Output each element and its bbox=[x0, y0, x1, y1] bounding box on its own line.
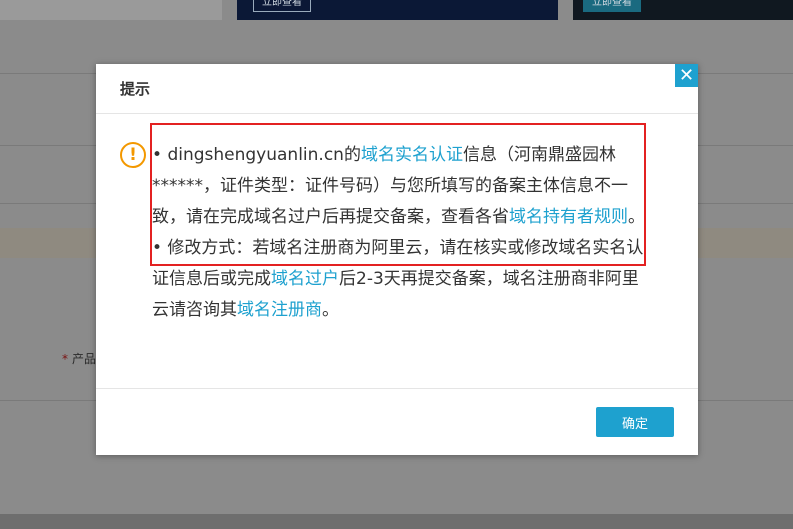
highlight-annotation-box bbox=[150, 123, 646, 266]
notice-dialog: 提示 ✕ ! • dingshengyuanlin.cn的域名实名认证信息（河南… bbox=[96, 64, 698, 455]
form-label: * 产品 bbox=[62, 352, 97, 366]
banner-image: 立即查看 bbox=[573, 0, 793, 20]
banner-view-button[interactable]: 立即查看 bbox=[583, 0, 641, 12]
banner-image bbox=[0, 0, 222, 20]
banner-view-button[interactable]: 立即查看 bbox=[253, 0, 311, 12]
banner-image: 立即查看 bbox=[237, 0, 558, 20]
dialog-title: 提示 bbox=[96, 64, 698, 114]
warning-icon: ! bbox=[120, 142, 146, 168]
domain-transfer-link[interactable]: 域名过户 bbox=[271, 269, 339, 289]
domain-registrar-link[interactable]: 域名注册商 bbox=[237, 300, 322, 320]
confirm-button[interactable]: 确定 bbox=[596, 407, 674, 437]
close-icon[interactable]: ✕ bbox=[675, 64, 698, 87]
dialog-footer: 确定 bbox=[96, 388, 698, 455]
page-footer bbox=[0, 514, 793, 529]
